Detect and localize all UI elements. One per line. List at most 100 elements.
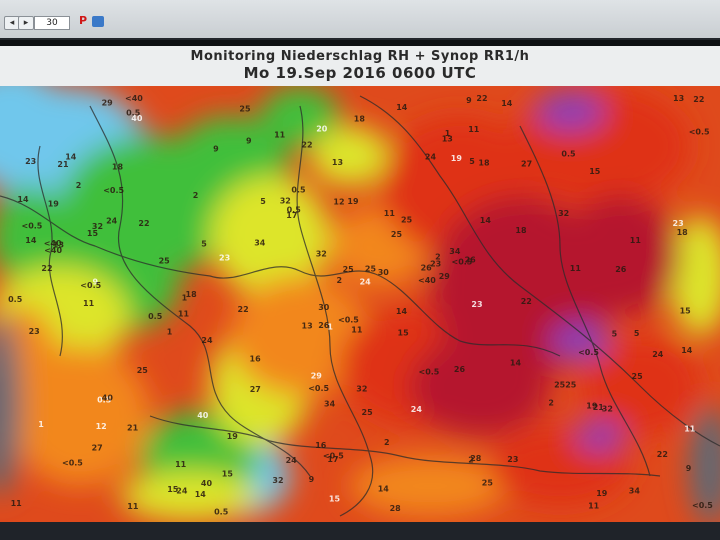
station-value: 11 <box>384 209 396 218</box>
station-value: 9 <box>213 144 219 153</box>
station-value: 25 <box>565 380 577 389</box>
station-value: 13 <box>442 134 453 143</box>
station-value: 5 <box>201 239 207 248</box>
station-value: 18 <box>515 226 527 235</box>
station-value: 9 <box>246 137 252 146</box>
station-value: 25 <box>362 408 374 417</box>
station-value: 22 <box>476 94 487 103</box>
station-value: 19 <box>451 154 463 163</box>
station-value: 34 <box>449 247 461 256</box>
station-value: <0.5 <box>338 315 359 324</box>
pdf-icon[interactable]: P <box>79 14 87 27</box>
station-value: 20 <box>316 124 328 133</box>
station-value: 18 <box>478 159 490 168</box>
station-value: 22 <box>301 141 312 150</box>
station-value: 24 <box>201 336 213 345</box>
station-value: 23 <box>507 455 518 464</box>
station-value: 29 <box>439 272 451 281</box>
station-value: 1 <box>182 293 188 302</box>
station-value: 22 <box>693 95 704 104</box>
station-value: 27 <box>521 160 532 169</box>
station-value: 11 <box>684 425 696 434</box>
station-value: 30 <box>378 268 390 277</box>
station-value: 25 <box>482 479 494 488</box>
station-value: 24 <box>286 456 298 465</box>
station-value: 22 <box>138 219 149 228</box>
station-value: 27 <box>250 385 261 394</box>
station-value: 9 <box>686 464 692 473</box>
station-value: <0.5 <box>452 258 473 267</box>
station-value: 32 <box>280 197 291 206</box>
station-value: 21 <box>593 403 605 412</box>
station-value: 0.5 <box>287 205 302 214</box>
station-value: 11 <box>175 460 187 469</box>
station-value: 25 <box>554 381 566 390</box>
station-value: 5 <box>634 329 640 338</box>
station-value: 30 <box>318 303 330 312</box>
station-value: <0.5 <box>578 348 599 357</box>
station-value: 11 <box>468 125 480 134</box>
station-value: 22 <box>521 297 532 306</box>
station-value: 11 <box>630 236 642 245</box>
zoom-in-button[interactable]: ▸ <box>18 16 34 30</box>
station-value: 32 <box>558 209 569 218</box>
station-value: 14 <box>396 103 408 112</box>
station-value: 22 <box>238 305 249 314</box>
station-value: 28 <box>390 504 402 513</box>
station-value: 27 <box>92 444 103 453</box>
station-value: 14 <box>396 307 408 316</box>
image-icon[interactable] <box>92 16 104 27</box>
station-value: <0.5 <box>80 281 101 290</box>
precip-area-dark-red <box>410 336 550 436</box>
station-value: 1 <box>38 420 44 429</box>
station-value: 11 <box>588 502 600 511</box>
station-value: 24 <box>652 350 664 359</box>
station-value: 14 <box>378 484 390 493</box>
station-value: 0.5 <box>8 295 23 304</box>
map-title-bar: Monitoring Niederschlag RH + Synop RR1/h… <box>0 46 720 86</box>
station-value: 14 <box>681 346 693 355</box>
station-value: 14 <box>25 236 37 245</box>
station-value: 14 <box>480 216 492 225</box>
station-value: 2 <box>468 456 474 465</box>
station-value: <0.5 <box>692 501 713 510</box>
station-value: 14 <box>17 195 29 204</box>
station-value: 15 <box>167 485 179 494</box>
precip-area-dark-red <box>560 196 680 316</box>
station-value: 16 <box>315 441 327 450</box>
map-timestamp: Mo 19.Sep 2016 0600 UTC <box>243 64 477 82</box>
station-value: 23 <box>471 300 482 309</box>
station-value: 34 <box>324 400 336 409</box>
app-toolbar: ◂ ▸ 30 P <box>0 0 720 40</box>
station-value: 40 <box>197 411 209 420</box>
precip-area-purple <box>535 91 605 131</box>
zoom-field[interactable]: 30 <box>34 16 70 30</box>
station-value: 19 <box>227 432 239 441</box>
station-value: 2 <box>337 276 343 285</box>
station-value: 0.5 <box>148 312 163 321</box>
station-value: 32 <box>316 250 327 259</box>
station-value: 15 <box>589 167 601 176</box>
monitor-bezel <box>0 522 720 540</box>
station-value: 9 <box>466 96 472 105</box>
station-value: 19 <box>48 200 60 209</box>
station-value: 26 <box>615 265 627 274</box>
station-value: 32 <box>356 385 367 394</box>
station-value: 25 <box>137 366 149 375</box>
station-value: 11 <box>11 499 23 508</box>
station-value: <0.5 <box>419 367 440 376</box>
station-value: 25 <box>343 265 355 274</box>
station-value: 2 <box>548 399 554 408</box>
station-value: 5 <box>469 157 475 166</box>
precipitation-map[interactable]: 1130261118409131125341123<0.522181624022… <box>0 86 720 526</box>
station-value: 2 <box>76 181 82 190</box>
station-value: 23 <box>219 253 230 262</box>
station-value: 13 <box>673 94 684 103</box>
station-value: 29 <box>311 371 323 380</box>
station-value: 14 <box>501 99 513 108</box>
station-value: 1 <box>167 328 173 337</box>
map-title: Monitoring Niederschlag RH + Synop RR1/h <box>190 49 530 64</box>
station-value: 13 <box>302 321 313 330</box>
station-value: 0.5 <box>214 507 229 516</box>
station-value: 29 <box>102 98 114 107</box>
